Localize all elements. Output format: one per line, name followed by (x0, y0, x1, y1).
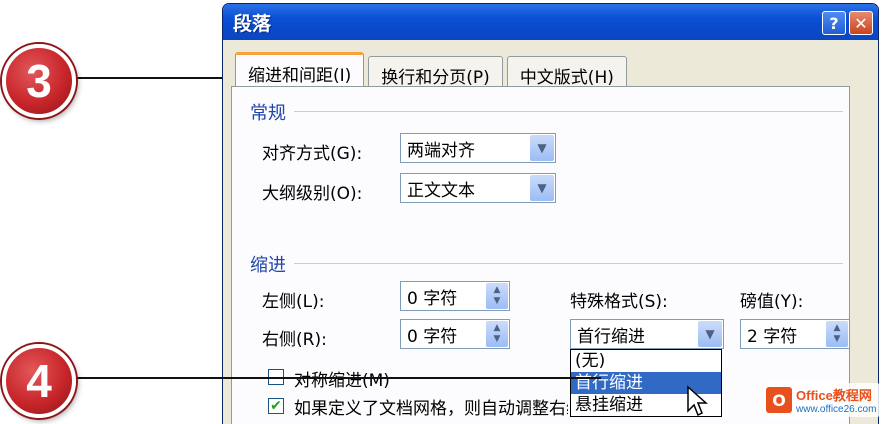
help-icon: ? (829, 13, 839, 33)
by-value-label: 磅值(Y): (740, 292, 804, 312)
left-indent-value: 0 字符 (407, 288, 458, 309)
mouse-cursor-icon (687, 385, 708, 417)
checkmark-icon: ✔ (270, 398, 282, 414)
right-indent-input[interactable]: 0 字符 ▲ ▼ (400, 319, 510, 349)
outline-level-value: 正文文本 (407, 180, 475, 201)
watermark-logo: O Office教程网 www.office26.com (764, 383, 881, 417)
alignment-value: 两端对齐 (407, 140, 475, 161)
close-icon: ✕ (854, 13, 868, 33)
tab-panel: 常规 对齐方式(G): 两端对齐 ▼ 大纲级别(O): 正文文本 ▼ 缩进 左侧… (231, 86, 850, 424)
watermark-name: Office教程网 (796, 388, 872, 403)
right-indent-value: 0 字符 (407, 326, 458, 347)
spinner-icon[interactable]: ▲ ▼ (826, 321, 848, 347)
special-format-select[interactable]: 首行缩进 ▼ (570, 319, 724, 349)
general-section-title: 常规 (250, 103, 286, 124)
dialog-title: 段落 (233, 12, 272, 35)
callout-4-line (66, 377, 601, 379)
help-button[interactable]: ? (822, 11, 846, 35)
general-divider (294, 111, 843, 112)
spinner-icon[interactable]: ▲ ▼ (486, 321, 508, 347)
outline-level-label: 大纲级别(O): (262, 184, 363, 204)
outline-level-select[interactable]: 正文文本 ▼ (400, 173, 556, 203)
callout-4-number: 4 (26, 355, 52, 407)
special-format-label: 特殊格式(S): (570, 292, 668, 312)
chevron-down-icon[interactable]: ▼ (530, 175, 554, 201)
chevron-down-icon[interactable]: ▼ (698, 321, 722, 347)
chevron-down-icon[interactable]: ▼ (530, 135, 554, 161)
alignment-select[interactable]: 两端对齐 ▼ (400, 133, 556, 163)
close-button[interactable]: ✕ (849, 11, 873, 35)
callout-3-badge: 3 (2, 44, 76, 118)
alignment-label: 对齐方式(G): (262, 144, 363, 164)
indent-section-title: 缩进 (250, 255, 286, 276)
auto-grid-label: 如果定义了文档网格，则自动调整右缩进(D) (294, 399, 568, 418)
dialog-titlebar[interactable]: 段落 ? ✕ (223, 4, 878, 40)
by-value-value: 2 字符 (747, 326, 798, 347)
left-indent-label: 左侧(L): (262, 292, 325, 312)
special-format-value: 首行缩进 (577, 326, 645, 347)
by-value-input[interactable]: 2 字符 ▲ ▼ (740, 319, 850, 349)
watermark-text: Office教程网 www.office26.com (796, 385, 876, 415)
paragraph-dialog: 段落 ? ✕ 缩进和间距(I) 换行和分页(P) 中文版式(H) 常规 对齐方式… (222, 3, 879, 424)
callout-3-number: 3 (26, 55, 52, 107)
callout-4-badge: 4 (2, 344, 76, 418)
office-logo-icon: O (766, 387, 792, 413)
auto-grid-label-clip: 如果定义了文档网格，则自动调整右缩进(D) (294, 394, 568, 418)
indent-divider (294, 263, 843, 264)
right-indent-label: 右侧(R): (262, 330, 327, 350)
auto-grid-checkbox[interactable]: ✔ (268, 398, 284, 414)
watermark-url: www.office26.com (796, 404, 877, 415)
spinner-icon[interactable]: ▲ ▼ (486, 283, 508, 309)
option-none[interactable]: (无) (571, 350, 721, 372)
left-indent-input[interactable]: 0 字符 ▲ ▼ (400, 281, 510, 311)
